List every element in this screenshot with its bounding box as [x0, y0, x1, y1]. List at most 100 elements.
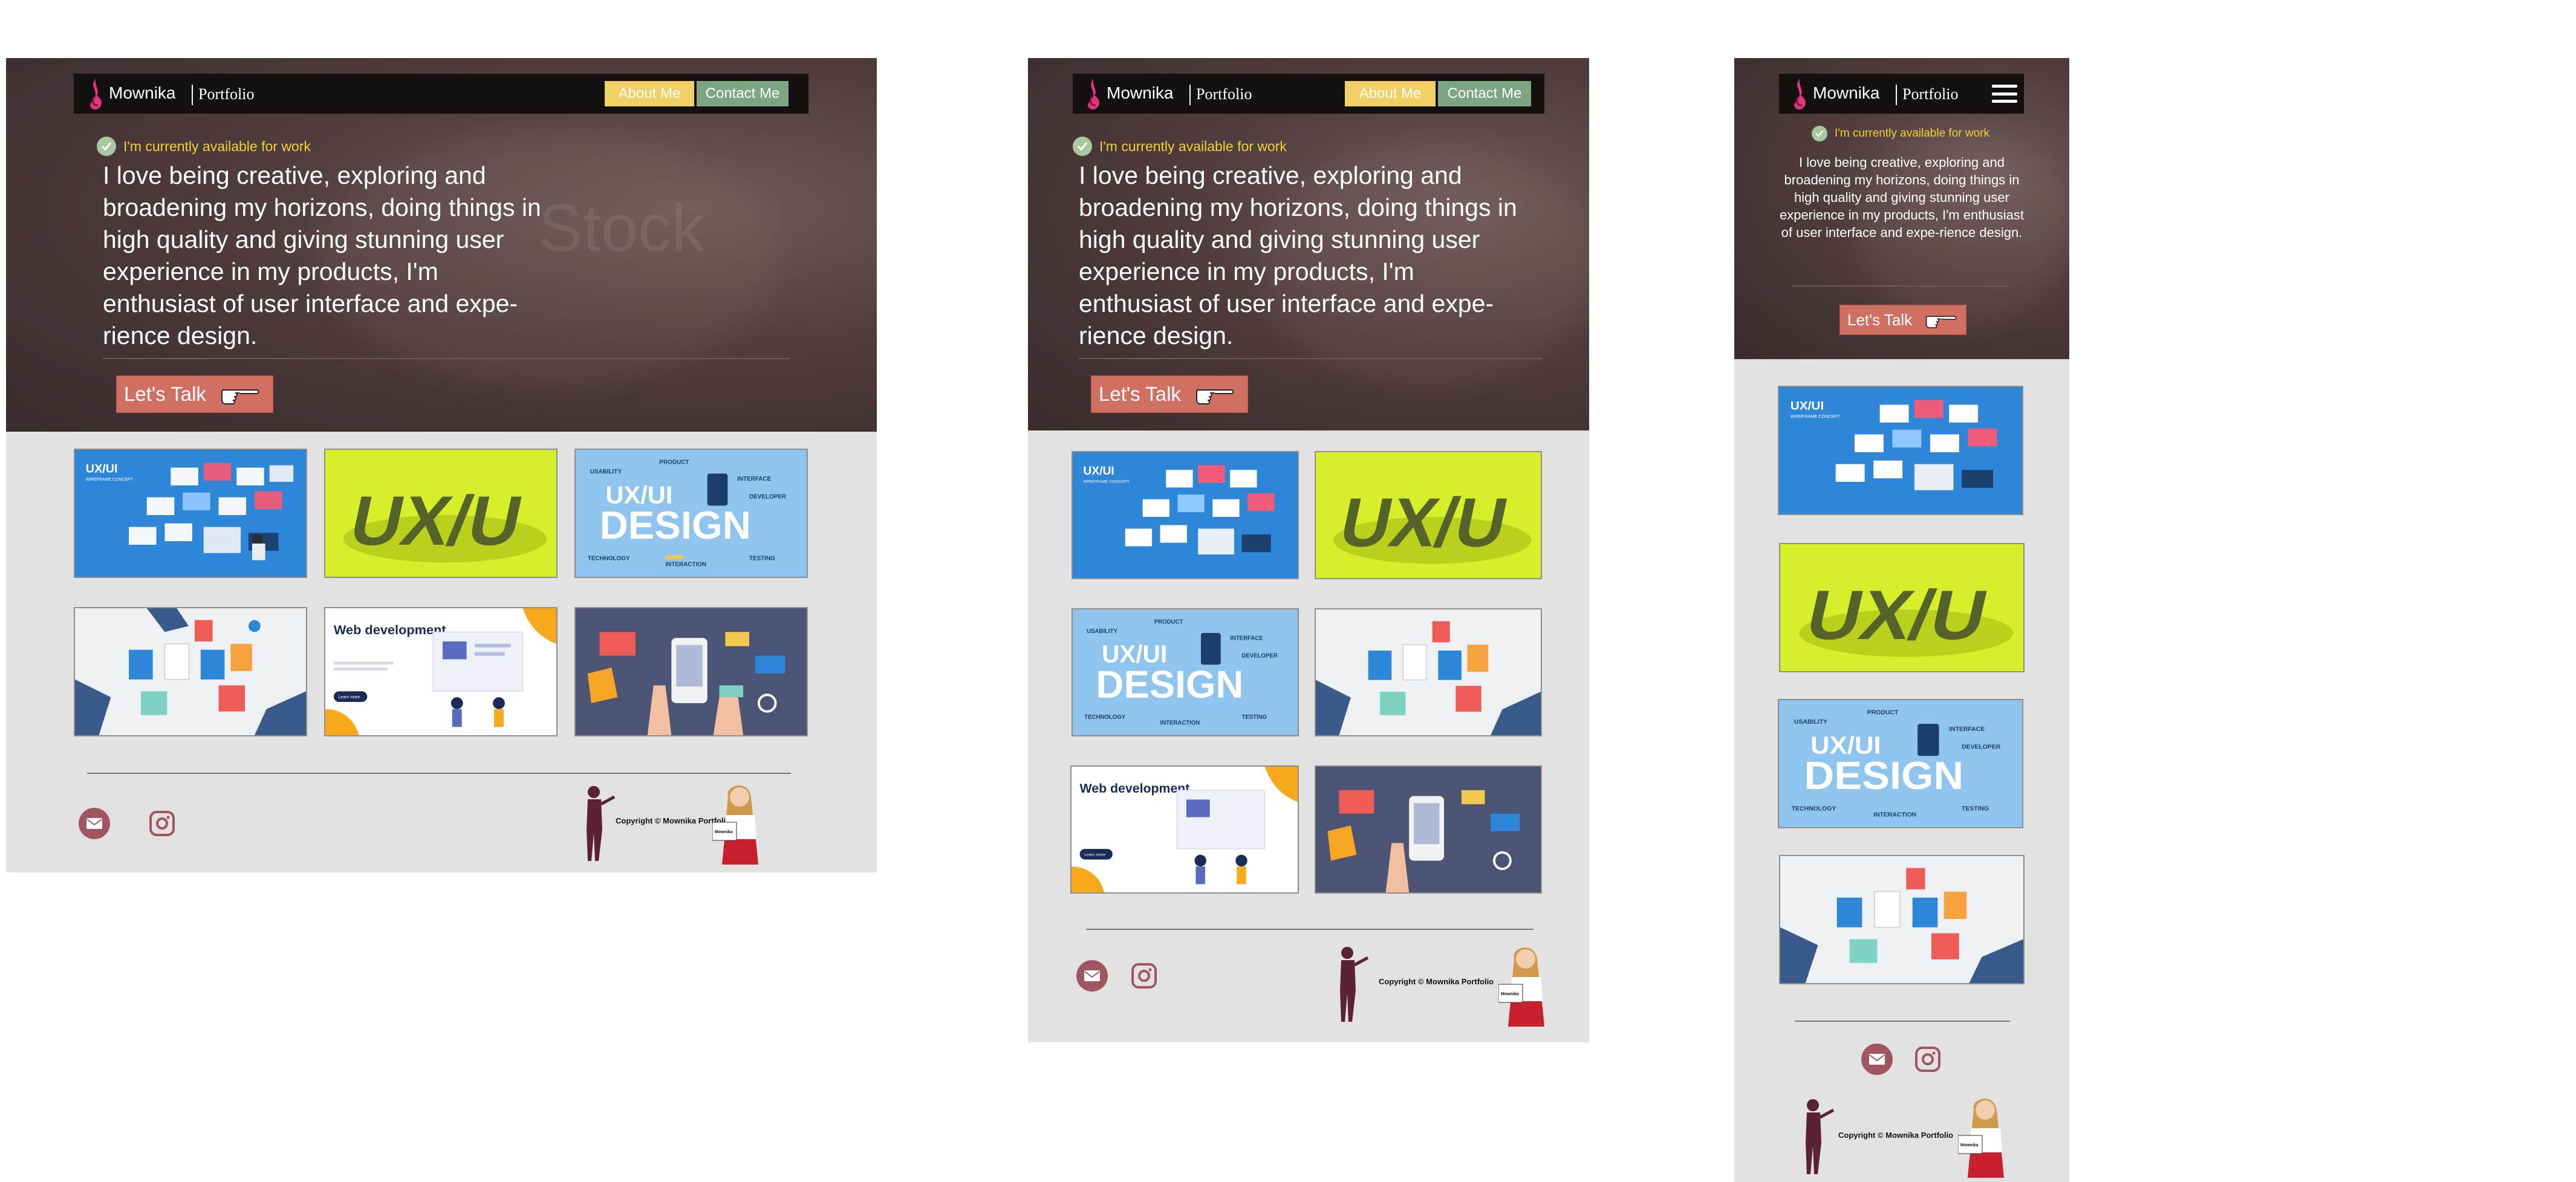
svg-text:Learn more: Learn more	[1084, 853, 1105, 857]
svg-text:DESIGN: DESIGN	[1804, 755, 1963, 798]
svg-text:INTERFACE: INTERFACE	[1230, 635, 1263, 642]
pointing-hand-icon	[1925, 316, 1957, 328]
footer-divider	[87, 773, 791, 774]
presenter-silhouette	[1340, 947, 1369, 1022]
lets-talk-button[interactable]: Let's Talk	[1091, 375, 1248, 413]
contact-me-button[interactable]: Contact Me	[697, 81, 789, 106]
card-uxui-wireframe[interactable]: UX/UI WIREFRAME CONCEPT	[74, 449, 307, 578]
svg-text:USABILITY: USABILITY	[590, 469, 622, 475]
card-teamwork[interactable]	[1779, 855, 2025, 984]
brand-divider	[1896, 85, 1897, 105]
uxui-design-illustration: UX/UI DESIGN USABILITY PRODUCT INTERFACE…	[1779, 700, 2022, 827]
card-uxui-3d[interactable]: UX/U	[324, 449, 558, 578]
instagram-button[interactable]	[146, 808, 178, 839]
contact-me-button[interactable]: Contact Me	[1438, 81, 1531, 106]
uxui-design-illustration: UX/UI DESIGN USABILITY PRODUCT INTERFACE…	[1073, 609, 1298, 735]
svg-text:TESTING: TESTING	[749, 556, 775, 562]
svg-text:INTERFACE: INTERFACE	[1949, 726, 1985, 733]
card-mobile-design[interactable]	[1315, 765, 1542, 894]
instagram-icon	[1915, 1047, 1940, 1072]
pointing-hand-icon	[221, 389, 259, 404]
svg-text:PRODUCT: PRODUCT	[1867, 710, 1899, 716]
intro-paragraph: I love being creative, exploring and bro…	[1779, 155, 2025, 240]
brand-subtitle: Portfolio	[1196, 85, 1252, 103]
wireframe-illustration: UX/UI WIREFRAME CONCEPT	[75, 450, 306, 577]
lets-talk-button[interactable]: Let's Talk	[116, 375, 273, 413]
card-uxui-wireframe[interactable]: UX/UI WIREFRAME CONCEPT	[1072, 451, 1299, 579]
instagram-icon	[1131, 963, 1157, 989]
flame-logo-icon	[1794, 79, 1806, 110]
brand-name[interactable]: Mownika	[1813, 83, 1879, 103]
hero-section: Stock Mownika Portfolio About Me Contact…	[6, 58, 877, 432]
uxui-3d-illustration: UX/U	[1780, 544, 2023, 671]
instagram-button[interactable]	[1128, 960, 1160, 992]
check-icon	[97, 137, 116, 156]
hero-divider	[1792, 285, 2010, 287]
flame-logo-icon	[1088, 79, 1099, 110]
email-button[interactable]	[1861, 1044, 1893, 1075]
navbar: Mownika Portfolio	[1779, 74, 2024, 114]
svg-text:USABILITY: USABILITY	[1794, 719, 1827, 726]
card-uxui-design[interactable]: UX/UI DESIGN USABILITY PRODUCT INTERFACE…	[1072, 608, 1299, 736]
svg-text:Web development: Web development	[1080, 781, 1190, 796]
lets-talk-label: Let's Talk	[1847, 310, 1913, 329]
card-web-development[interactable]: Web development Learn more	[1070, 765, 1299, 894]
availability-text: I'm currently available for work	[1835, 127, 1989, 140]
about-me-button[interactable]: About Me	[605, 81, 694, 106]
woman-holding-sign: Mownika	[1958, 1099, 2004, 1178]
card-uxui-design[interactable]: UX/UI DESIGN USABILITY PRODUCT INTERFACE…	[574, 449, 808, 578]
svg-text:Mownika: Mownika	[1501, 992, 1519, 996]
card-web-development[interactable]: Web development Learn more	[324, 607, 558, 736]
card-uxui-3d[interactable]: UX/U	[1315, 451, 1542, 579]
svg-text:WIREFRAME CONCEPT: WIREFRAME CONCEPT	[1791, 414, 1841, 419]
lets-talk-button[interactable]: Let's Talk	[1839, 305, 1966, 335]
svg-text:INTERACTION: INTERACTION	[665, 561, 706, 568]
card-mobile-design[interactable]	[574, 607, 808, 736]
teamwork-illustration	[75, 608, 306, 735]
email-button[interactable]	[79, 808, 110, 839]
sign-text: Mownika	[715, 830, 733, 834]
hero-divider	[103, 358, 790, 359]
svg-text:TESTING: TESTING	[1962, 806, 1989, 813]
card-teamwork[interactable]	[74, 607, 307, 736]
presenter-silhouette	[1806, 1099, 1835, 1174]
hamburger-menu-icon[interactable]	[1992, 85, 2017, 103]
svg-text:TESTING: TESTING	[1241, 714, 1267, 721]
stock-watermark: Stock	[538, 191, 705, 265]
brand-name[interactable]: Mownika	[1107, 83, 1173, 103]
instagram-button[interactable]	[1912, 1044, 1943, 1075]
card-uxui-design[interactable]: UX/UI DESIGN USABILITY PRODUCT INTERFACE…	[1778, 699, 2023, 828]
svg-text:TECHNOLOGY: TECHNOLOGY	[588, 556, 630, 562]
card-uxui-wireframe[interactable]: UX/UI WIREFRAME CONCEPT	[1778, 386, 2023, 515]
availability-text: I'm currently available for work	[123, 138, 311, 154]
svg-text:DESIGN: DESIGN	[1096, 663, 1244, 706]
svg-text:TECHNOLOGY: TECHNOLOGY	[1084, 714, 1125, 721]
footer-divider	[1086, 929, 1534, 930]
check-icon	[1073, 137, 1092, 156]
card-teamwork[interactable]	[1315, 608, 1542, 736]
uxui-design-illustration: UX/UI DESIGN USABILITY PRODUCT INTERFACE…	[576, 450, 807, 577]
about-me-button[interactable]: About Me	[1345, 81, 1436, 106]
email-icon	[86, 818, 102, 829]
email-button[interactable]	[1076, 960, 1108, 992]
svg-text:DEVELOPER: DEVELOPER	[1241, 653, 1277, 660]
brand-subtitle: Portfolio	[198, 85, 255, 103]
email-icon	[1869, 1054, 1885, 1065]
tablet-mockup: Mownika Portfolio About Me Contact Me I'…	[1028, 58, 1589, 1042]
check-icon	[1812, 126, 1827, 141]
svg-text:WIREFRAME CONCEPT: WIREFRAME CONCEPT	[1083, 480, 1129, 484]
navbar: Mownika Portfolio About Me Contact Me	[1073, 74, 1544, 114]
svg-text:INTERFACE: INTERFACE	[737, 476, 771, 482]
woman-holding-sign: Mownika	[712, 785, 758, 865]
card-uxui-3d[interactable]: UX/U	[1779, 543, 2025, 672]
teamwork-illustration	[1316, 609, 1541, 735]
email-icon	[1084, 970, 1100, 981]
svg-text:DEVELOPER: DEVELOPER	[1962, 744, 2001, 751]
wireframe-illustration: UX/UI WIREFRAME CONCEPT	[1779, 387, 2022, 514]
card-title: UX/UI	[86, 462, 118, 475]
brand-name[interactable]: Mownika	[109, 83, 175, 103]
svg-text:UX/U: UX/U	[1333, 484, 1514, 561]
flame-logo-icon	[90, 79, 102, 110]
availability-status: I'm currently available for work	[97, 137, 311, 156]
svg-text:UX/U: UX/U	[1800, 576, 1995, 654]
